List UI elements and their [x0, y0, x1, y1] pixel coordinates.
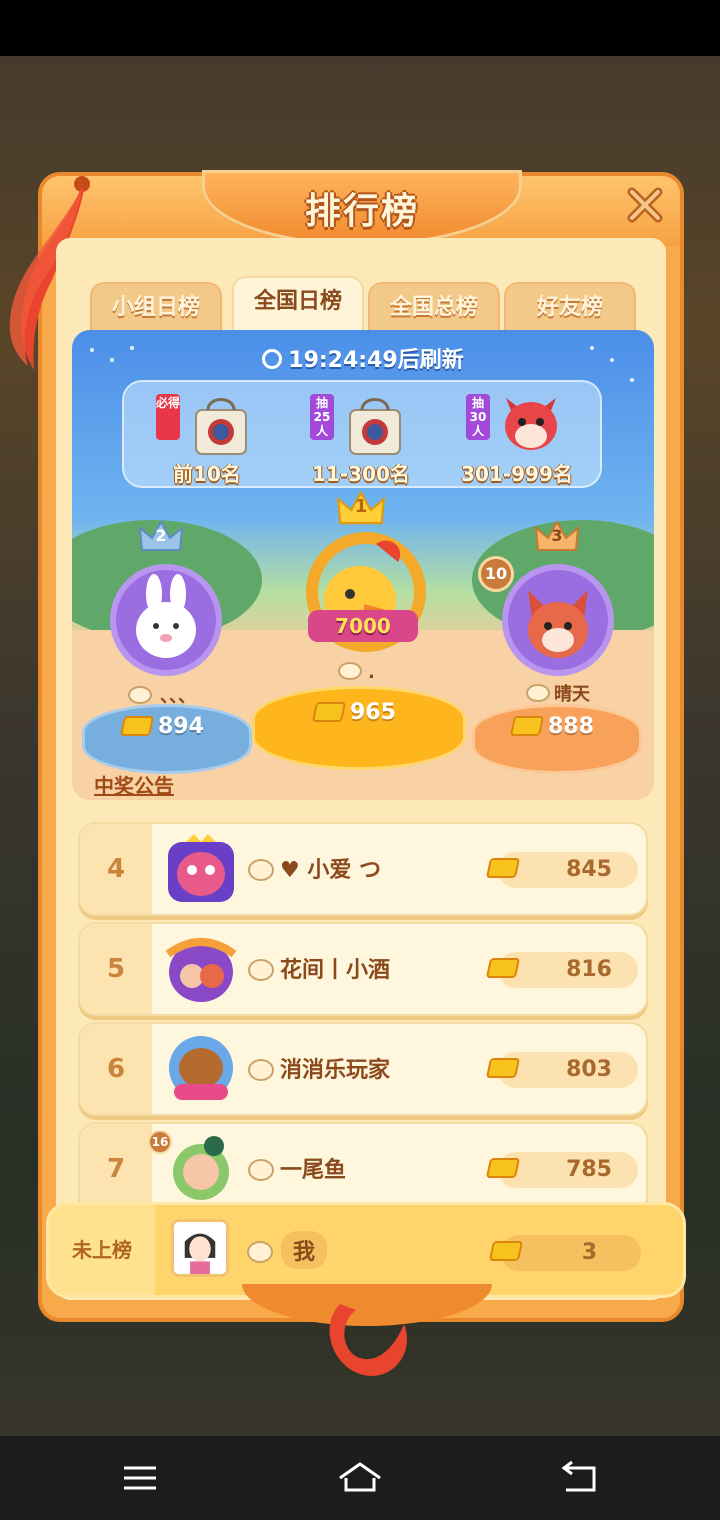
refresh-timer: 19:24:49后刷新	[72, 342, 654, 374]
avatar	[168, 834, 234, 902]
gold-icon	[119, 716, 155, 736]
player-name: ♥ 小爱 つ	[248, 852, 381, 884]
reward-tag: 必得	[156, 394, 180, 440]
home-icon[interactable]	[330, 1456, 390, 1500]
gold-icon	[509, 716, 545, 736]
rabbit-icon	[526, 684, 550, 702]
score: 888	[509, 714, 594, 739]
podium-first[interactable]: 1 7000 . 965	[252, 490, 468, 790]
player-name: 花间丨小酒	[248, 952, 390, 984]
avatar	[502, 564, 614, 676]
score: 3	[488, 1235, 641, 1271]
prize-announcement-link[interactable]: 中奖公告	[94, 770, 174, 799]
top-banner: 19:24:49后刷新 必得 前10名 抽25人 11-300名 抽30人 30…	[72, 330, 654, 800]
reward-tag: 抽25人	[310, 394, 334, 440]
rabbit-icon	[248, 959, 274, 981]
avatar	[110, 564, 222, 676]
gift-bag-icon	[195, 398, 247, 455]
avatar	[169, 1036, 233, 1100]
player-name: 我	[247, 1231, 328, 1269]
fox-avatar-icon	[528, 590, 588, 658]
close-icon[interactable]	[624, 184, 666, 226]
avatar	[165, 938, 237, 1002]
tab-friends[interactable]: 好友榜	[504, 282, 636, 332]
rank-number: 5	[80, 924, 152, 1014]
rank-number: 6	[80, 1024, 152, 1114]
tab-national-daily[interactable]: 全国日榜	[232, 276, 364, 332]
rabbit-icon	[247, 1241, 273, 1263]
tab-bar: 小组日榜 全国日榜 全国总榜 好友榜	[90, 276, 640, 332]
reward-label: 301-999名	[461, 462, 573, 486]
leaderboard-row[interactable]: 4 ♥ 小爱 つ 845	[78, 822, 648, 916]
score: 816	[485, 952, 638, 988]
ribbon-decoration	[329, 1304, 407, 1376]
gold-icon	[488, 1241, 524, 1261]
gold-icon	[311, 702, 347, 722]
reward-tier-3[interactable]: 抽30人 301-999名	[442, 388, 592, 488]
rabbit-icon	[338, 662, 362, 680]
badge-score: 7000	[308, 610, 418, 642]
rank-number: 2	[155, 526, 167, 545]
tab-group-daily[interactable]: 小组日榜	[90, 282, 222, 332]
tab-national-total[interactable]: 全国总榜	[368, 282, 500, 332]
reward-label: 11-300名	[312, 462, 410, 486]
level-badge: 16	[148, 1130, 172, 1154]
rabbit-icon	[248, 859, 274, 881]
system-nav-bar	[0, 1436, 720, 1520]
player-name: 消消乐玩家	[248, 1052, 390, 1084]
rank-number: 4	[80, 824, 152, 914]
score: 965	[311, 700, 396, 725]
timer-text: 19:24:49后刷新	[288, 348, 464, 373]
gold-icon	[485, 858, 521, 878]
gold-icon	[485, 1158, 521, 1178]
podium-third[interactable]: 3 10 晴天 888	[472, 520, 642, 780]
player-name: 晴天	[526, 680, 590, 706]
score: 894	[119, 714, 204, 739]
player-name: .	[338, 662, 375, 683]
leaderboard-panel: 排行榜 小组日榜 全国日榜 全国总榜 好友榜 19:24:49后刷新 必得 前1…	[9, 170, 686, 1376]
menu-icon[interactable]	[110, 1456, 170, 1500]
leaderboard-row[interactable]: 5 花间丨小酒 816	[78, 922, 648, 1016]
rewards-box: 必得 前10名 抽25人 11-300名 抽30人 301-999名	[122, 380, 602, 488]
reward-label: 前10名	[173, 462, 241, 486]
avatar	[171, 1219, 229, 1277]
back-icon[interactable]	[550, 1456, 610, 1500]
podium-second[interactable]: 2 、、、 894	[82, 520, 252, 780]
reward-tier-2[interactable]: 抽25人 11-300名	[286, 388, 436, 488]
status-bar	[0, 0, 720, 56]
rabbit-icon	[248, 1059, 274, 1081]
reward-tier-1[interactable]: 必得 前10名	[132, 388, 282, 488]
clock-icon	[262, 349, 283, 369]
panel-title: 排行榜	[304, 191, 419, 232]
rank-number: 3	[551, 526, 563, 545]
rank-number: 1	[354, 496, 368, 517]
leaderboard-row[interactable]: 6 消消乐玩家 803	[78, 1022, 648, 1116]
reward-tag: 抽30人	[466, 394, 490, 440]
podium-base	[252, 686, 466, 770]
my-rank-status: 未上榜	[49, 1205, 155, 1295]
fox-plush-icon	[505, 398, 557, 450]
score: 785	[485, 1152, 638, 1188]
rabbit-avatar-icon	[136, 574, 196, 658]
gold-icon	[485, 958, 521, 978]
player-name: 一尾鱼	[248, 1152, 346, 1184]
gold-icon	[485, 1058, 521, 1078]
gift-bag-icon	[349, 398, 401, 455]
avatar	[173, 1136, 229, 1200]
rank-number: 7	[80, 1124, 152, 1214]
rabbit-icon	[248, 1159, 274, 1181]
score: 803	[485, 1052, 638, 1088]
rabbit-icon	[128, 686, 152, 704]
score: 845	[485, 852, 638, 888]
